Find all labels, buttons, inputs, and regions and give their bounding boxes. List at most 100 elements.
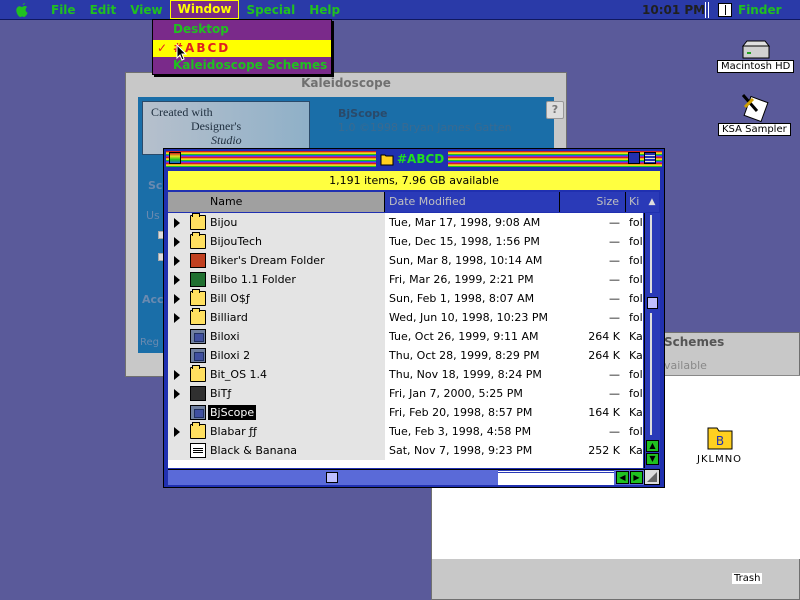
file-row[interactable]: Bit_OS 1.4 Thu, Nov 18, 1999, 8:24 PM — fol [168, 364, 643, 384]
help-button[interactable]: ? [546, 101, 564, 119]
column-header: Name Date Modified Size Ki [168, 192, 656, 212]
disclosure-triangle-icon[interactable] [174, 217, 180, 228]
file-kind: Ka [629, 405, 643, 419]
file-row[interactable]: BijouTech Tue, Dec 15, 1998, 1:56 PM — fol [168, 231, 643, 251]
file-name-cell[interactable]: BijouTech [168, 231, 385, 251]
scroll-down-arrow[interactable]: ▼ [646, 453, 659, 465]
file-row[interactable]: Bill O$ƒ Sun, Feb 1, 1998, 8:07 AM — fol [168, 288, 643, 308]
menu-help[interactable]: Help [302, 0, 347, 20]
file-row[interactable]: Billiard Wed, Jun 10, 1998, 10:23 PM — fol [168, 307, 643, 327]
file-name-cell[interactable]: Biloxi [168, 326, 385, 346]
menu-special[interactable]: Special [239, 0, 302, 20]
window-title[interactable]: Kaleidoscope [126, 73, 566, 93]
file-name: Biloxi 2 [210, 348, 251, 362]
disclosure-triangle-icon[interactable] [174, 312, 180, 323]
folder-icon[interactable] [190, 364, 206, 382]
file-name-cell[interactable]: Blabar ƒƒ [168, 421, 385, 441]
folder-icon [380, 154, 394, 165]
folder-icon[interactable] [190, 271, 206, 287]
application-icon[interactable] [190, 404, 206, 420]
file-row[interactable]: Black & Banana Sat, Nov 7, 1998, 9:23 PM 2… [168, 440, 643, 460]
file-name-cell[interactable]: Biker's Dream Folder [168, 250, 385, 270]
disclosure-triangle-icon[interactable] [174, 236, 180, 247]
folder-icon[interactable] [190, 252, 206, 268]
column-size[interactable]: Size [560, 192, 626, 212]
scroll-right-arrow[interactable]: ▶ [630, 471, 643, 484]
menu-item-desktop[interactable]: Desktop [153, 21, 331, 38]
file-name-cell[interactable]: Billiard [168, 307, 385, 327]
column-date-modified[interactable]: Date Modified [385, 192, 560, 212]
file-row[interactable]: Bijou Tue, Mar 17, 1998, 9:08 AM — fol [168, 213, 643, 232]
collapse-box[interactable] [644, 152, 656, 164]
menu-clock[interactable]: 10:01 PM [642, 0, 705, 20]
file-kind: fol [629, 272, 643, 286]
horizontal-scroll-thumb[interactable] [326, 472, 338, 483]
desktop-icon-ksa-sampler[interactable]: KSA Sampler [718, 93, 791, 136]
file-row[interactable]: Blabar ƒƒ Tue, Feb 3, 1998, 4:58 PM — fol [168, 421, 643, 441]
menu-separator [705, 2, 711, 18]
horizontal-scrollbar[interactable]: ◀ ▶ [168, 469, 644, 485]
menu-edit[interactable]: Edit [83, 0, 124, 20]
menu-file[interactable]: File [44, 0, 83, 20]
file-name-cell[interactable]: Biloxi 2 [168, 345, 385, 365]
logo-line: Created with [151, 105, 213, 119]
document-icon[interactable] [190, 442, 206, 458]
file-size: 252 K [588, 443, 620, 457]
file-name-cell[interactable]: BiTƒ [168, 383, 385, 403]
file-date: Thu, Oct 28, 1999, 8:29 PM [389, 348, 540, 362]
close-box[interactable] [169, 152, 181, 164]
ksa-sampler-icon [742, 94, 769, 123]
file-name-cell[interactable]: Bilbo 1.1 Folder [168, 269, 385, 289]
file-date: Tue, Dec 15, 1998, 1:56 PM [389, 234, 540, 248]
file-row[interactable]: BjScope Fri, Feb 20, 1998, 8:57 PM 164 K Ka [168, 402, 643, 422]
file-name-cell[interactable]: Black & Banana [168, 440, 385, 460]
column-kind[interactable]: Ki [626, 192, 646, 212]
scroll-left-arrow[interactable]: ◀ [616, 471, 629, 484]
desktop-icon-macintosh-hd[interactable]: Macintosh HD [717, 40, 795, 73]
application-icon[interactable] [190, 347, 206, 363]
folder-icon[interactable] [190, 421, 206, 439]
file-name: Biloxi [210, 329, 240, 343]
file-name-cell[interactable]: Bit_OS 1.4 [168, 364, 385, 384]
title-bar[interactable]: #ABCD [166, 151, 662, 167]
scheme-folder[interactable]: B JKLMNO [697, 422, 742, 465]
finder-window-abcd[interactable]: #ABCD 1,191 items, 7.96 GB available Nam… [163, 148, 665, 488]
scroll-up-arrow[interactable]: ▲ [646, 440, 659, 452]
file-row[interactable]: Biloxi Tue, Oct 26, 1999, 9:11 AM 264 K Ka [168, 326, 643, 346]
application-menu[interactable]: Finder [718, 0, 782, 20]
apple-menu-icon[interactable] [0, 0, 44, 20]
disclosure-triangle-icon[interactable] [174, 426, 180, 437]
disclosure-triangle-icon[interactable] [174, 293, 180, 304]
file-name-cell[interactable]: Bijou [168, 213, 385, 232]
vertical-scrollbar[interactable]: ▲ ▼ [644, 213, 660, 468]
disclosure-triangle-icon[interactable] [174, 369, 180, 380]
finder-icon [718, 3, 732, 17]
folder-icon[interactable] [190, 213, 206, 230]
file-row[interactable]: Biker's Dream Folder Sun, Mar 8, 1998, 10… [168, 250, 643, 270]
folder-icon[interactable] [190, 307, 206, 325]
folder-icon[interactable] [190, 385, 206, 401]
grow-box[interactable] [644, 469, 660, 485]
column-name[interactable]: Name [168, 192, 385, 212]
file-name-cell[interactable]: Bill O$ƒ [168, 288, 385, 308]
zoom-box[interactable] [628, 152, 640, 164]
register-button[interactable]: Reg [140, 337, 159, 348]
disclosure-triangle-icon[interactable] [174, 388, 180, 399]
menu-view[interactable]: View [123, 0, 169, 20]
file-row[interactable]: Biloxi 2 Thu, Oct 28, 1999, 8:29 PM 264 K K… [168, 345, 643, 365]
application-icon[interactable] [190, 328, 206, 344]
sort-direction-button[interactable]: ▲ [645, 192, 659, 212]
folder-icon[interactable] [190, 231, 206, 249]
disclosure-triangle-icon[interactable] [174, 274, 180, 285]
window-title-box[interactable]: #ABCD [376, 151, 449, 167]
disclosure-triangle-icon[interactable] [174, 255, 180, 266]
window-title[interactable]: Schemes [664, 335, 724, 349]
vertical-scroll-thumb[interactable] [647, 297, 658, 309]
trash-label-fragment: Trash [732, 573, 763, 584]
menu-window[interactable]: Window [169, 0, 240, 19]
file-name-cell[interactable]: BjScope [168, 402, 385, 422]
file-row[interactable]: Bilbo 1.1 Folder Fri, Mar 26, 1999, 2:21 … [168, 269, 643, 289]
folder-icon[interactable] [190, 288, 206, 306]
menu-bar: File Edit View Window Special Help 10:01… [0, 0, 800, 20]
file-row[interactable]: BiTƒ Fri, Jan 7, 2000, 5:25 PM — fol [168, 383, 643, 403]
